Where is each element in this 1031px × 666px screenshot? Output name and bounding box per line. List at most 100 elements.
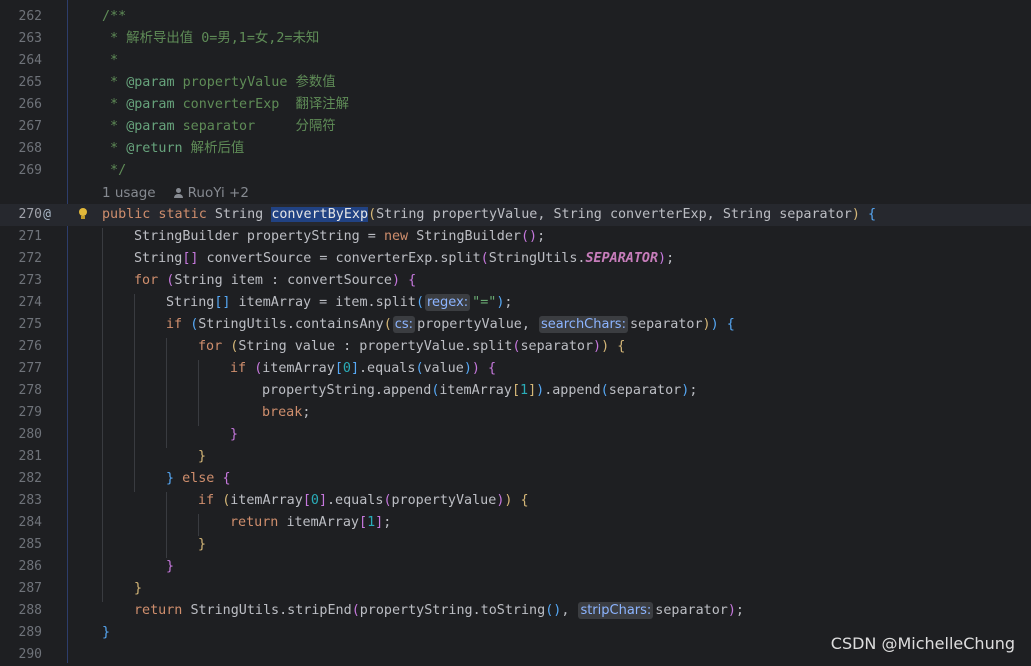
code-token: [: [302, 493, 311, 508]
code-text: }: [230, 424, 238, 446]
code-token: propertyString.toString: [359, 603, 546, 618]
code-token: @param: [126, 75, 175, 90]
inlay-usage-row[interactable]: 1 usage RuoYi +2: [0, 182, 1031, 204]
code-text: public static String convertByExp(String…: [102, 204, 876, 226]
code-line[interactable]: 279 break;: [0, 402, 1031, 424]
code-token: ;: [302, 405, 311, 420]
code-token: value : propertyValue.split: [294, 339, 513, 354]
code-token: ): [536, 383, 545, 398]
code-text: * @param converterExp 翻译注解: [102, 94, 349, 116]
code-token: ): [727, 603, 736, 618]
code-line[interactable]: 267 * @param separator 分隔符: [0, 116, 1031, 138]
code-token: (: [480, 251, 489, 266]
code-token: []: [214, 295, 231, 310]
usage-inlay[interactable]: 1 usage RuoYi +2: [102, 182, 249, 204]
authors-inlay[interactable]: RuoYi +2: [173, 185, 249, 201]
code-line[interactable]: 278 propertyString.append (itemArray[1]).a…: [0, 380, 1031, 402]
code-line[interactable]: 263 * 解析导出值 0=男,1=女,2=未知: [0, 28, 1031, 50]
line-number: 289: [18, 625, 42, 640]
code-token: StringBuilder: [416, 229, 521, 244]
code-token: for: [134, 273, 167, 288]
line-number: 277: [18, 361, 42, 376]
code-line[interactable]: 262 /**: [0, 6, 1031, 28]
code-token: String: [722, 207, 780, 222]
line-number: 279: [18, 405, 42, 420]
code-token: String: [134, 251, 183, 266]
code-token: break: [262, 405, 303, 420]
line-number: 281: [18, 449, 42, 464]
code-token: .equals: [327, 493, 384, 508]
code-line[interactable]: 284 return itemArray[1];: [0, 512, 1031, 534]
code-token: .equals: [359, 361, 416, 376]
code-line[interactable]: 274 String[] itemArray = item.split(regex…: [0, 292, 1031, 314]
code-token: ;: [666, 251, 675, 266]
code-line[interactable]: 286}: [0, 556, 1031, 578]
code-token: 1: [367, 515, 376, 530]
code-token: {: [867, 207, 876, 222]
code-text: return StringUtils.stripEnd(propertyStri…: [134, 600, 744, 622]
code-line[interactable]: 287}: [0, 578, 1031, 600]
code-token: [: [511, 383, 520, 398]
code-token: StringUtils.stripEnd: [190, 603, 352, 618]
code-token: ]: [528, 383, 537, 398]
override-at-icon[interactable]: @: [40, 204, 54, 226]
line-number: 285: [18, 537, 42, 552]
code-token: {: [408, 273, 417, 288]
code-token: itemArray = item.split: [230, 295, 416, 310]
code-line[interactable]: 276 for (String value : propertyValue.spl…: [0, 336, 1031, 358]
line-number: 283: [18, 493, 42, 508]
code-token: {: [222, 471, 231, 486]
code-line[interactable]: 281}: [0, 446, 1031, 468]
parameter-hint: stripChars:: [578, 602, 654, 619]
code-token: if: [230, 361, 255, 376]
code-token: itemArray: [286, 515, 359, 530]
code-line[interactable]: 283 if (itemArray[0].equals(propertyValue…: [0, 490, 1031, 512]
code-line[interactable]: 272 String[] convertSource = converterExp…: [0, 248, 1031, 270]
code-token: converterExp,: [609, 207, 723, 222]
code-line[interactable]: 264 *: [0, 50, 1031, 72]
code-token: ]: [375, 515, 384, 530]
line-number: 288: [18, 603, 42, 618]
code-line[interactable]: 269 */: [0, 160, 1031, 182]
code-text: }: [198, 446, 206, 468]
indent-guide: [198, 360, 199, 426]
code-line[interactable]: 268 * @return 解析后值: [0, 138, 1031, 160]
indent-guide: [102, 228, 103, 602]
code-line[interactable]: 277 if (itemArray[0].equals(value)) {: [0, 358, 1031, 380]
usage-count[interactable]: 1 usage: [102, 185, 156, 201]
code-line[interactable]: 270 @ public static String convertByExp(St…: [0, 204, 1031, 226]
code-editor[interactable]: 262/** 263 * 解析导出值 0=男,1=女,2=未知 264 * 265 *…: [0, 0, 1031, 663]
code-text: String[] convertSource = converterExp.sp…: [134, 248, 674, 270]
code-text: return itemArray[1];: [230, 512, 391, 534]
code-line[interactable]: 273 for (String item : convertSource) {: [0, 270, 1031, 292]
code-line[interactable]: 275 if (StringUtils.containsAny(cs: proper…: [0, 314, 1031, 336]
line-number: 275: [18, 317, 42, 332]
code-line[interactable]: 271 StringBuilder propertyString = new St…: [0, 226, 1031, 248]
code-line[interactable]: 285}: [0, 534, 1031, 556]
code-token: ): [593, 339, 602, 354]
line-number: 272: [18, 251, 42, 266]
code-token: ;: [689, 383, 698, 398]
code-token: propertyValue: [391, 493, 497, 508]
code-token: else: [182, 471, 223, 486]
code-line[interactable]: 288 return StringUtils.stripEnd(propertyS…: [0, 600, 1031, 622]
code-token: propertyString.append: [262, 383, 432, 398]
code-token: }: [134, 581, 143, 596]
code-token: 0: [310, 493, 319, 508]
code-token: /**: [102, 9, 127, 24]
code-line[interactable]: 265 * @param propertyValue 参数值: [0, 72, 1031, 94]
code-token: String: [174, 273, 231, 288]
code-token: ): [601, 339, 618, 354]
code-token: ;: [504, 295, 513, 310]
line-number: 273: [18, 273, 42, 288]
code-token: public static: [102, 207, 215, 222]
code-token: }: [166, 471, 183, 486]
watermark: CSDN @MichelleChung: [830, 634, 1015, 653]
lightbulb-icon[interactable]: [78, 208, 88, 219]
code-line[interactable]: 280}: [0, 424, 1031, 446]
code-token: *: [102, 53, 119, 68]
code-token: {: [520, 493, 529, 508]
code-token: separator: [608, 383, 682, 398]
code-line[interactable]: 282} else {: [0, 468, 1031, 490]
code-line[interactable]: 266 * @param converterExp 翻译注解: [0, 94, 1031, 116]
